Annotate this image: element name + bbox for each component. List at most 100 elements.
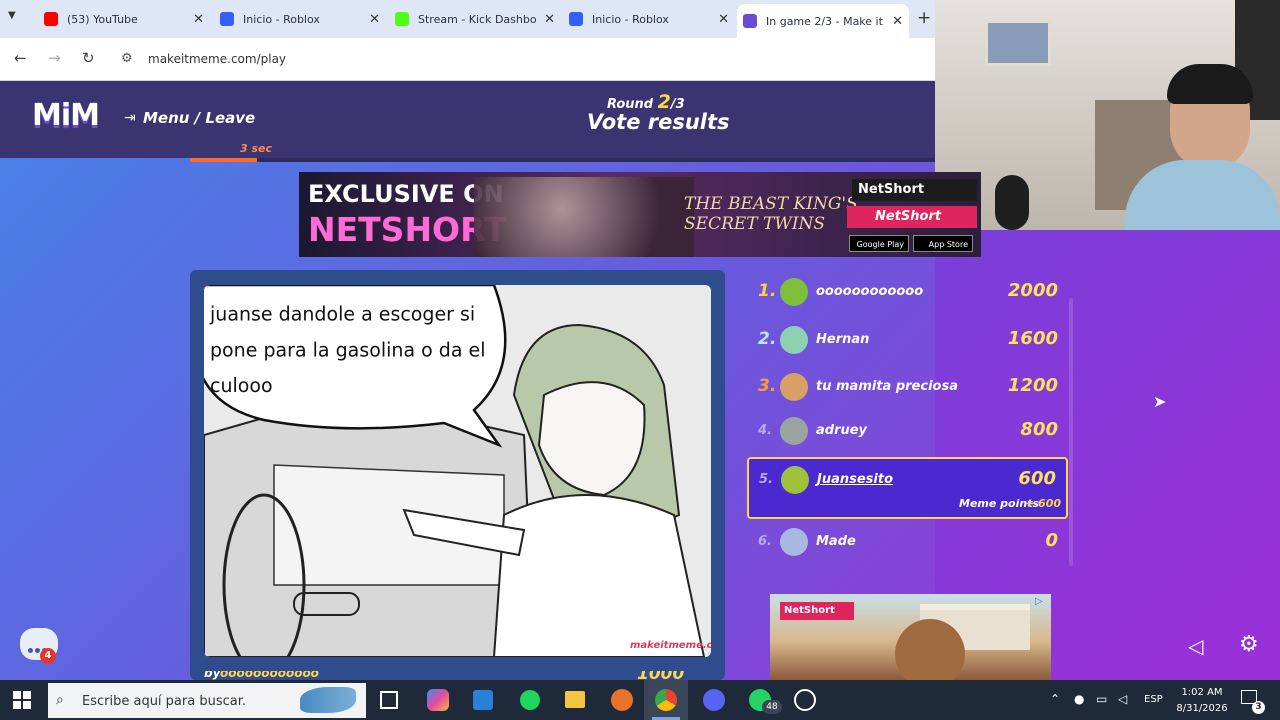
ad-brand-badge: NetShort (847, 206, 977, 228)
task-view-icon[interactable] (380, 691, 398, 709)
app-icon-orange[interactable] (611, 689, 633, 711)
timer-progress-track (190, 158, 935, 162)
ad-artwork (474, 177, 694, 257)
app-store-badge[interactable]: App Store (913, 235, 973, 252)
ad-banner[interactable]: EXCLUSIVE ON NETSHORT THE BEAST KING'S S… (299, 172, 981, 257)
player-score: 2000 (1007, 280, 1058, 301)
makeitmeme-icon (743, 14, 757, 28)
chat-dots (28, 638, 50, 653)
windows-start-icon[interactable] (13, 691, 31, 709)
leaderboard-row-6: 6. Made 0 (748, 521, 1068, 565)
close-tab-icon[interactable]: ✕ (369, 12, 380, 27)
meme-points: 1000 (637, 671, 684, 680)
app-icon-clock[interactable] (794, 689, 816, 711)
forward-icon[interactable]: → (48, 49, 61, 67)
leaderboard-row-1: 1. oooooooooooo 2000 (748, 271, 1068, 315)
webcam-overlay (935, 0, 1280, 230)
menu-leave-button[interactable]: Menu / Leave (143, 109, 255, 127)
roblox-icon (569, 12, 583, 26)
back-icon[interactable]: ← (14, 49, 27, 67)
chrome-icon (655, 689, 677, 711)
spotify-icon[interactable] (520, 690, 540, 710)
ad-small-brand: NetShort (780, 602, 854, 620)
taskbar-search-box[interactable]: ⌕ Escribe aquí para buscar. (48, 683, 366, 718)
leave-icon[interactable]: ⇥ (124, 110, 136, 126)
settings-gear-icon[interactable]: ⚙ (1239, 632, 1259, 657)
file-explorer-icon[interactable] (565, 691, 585, 708)
tab-roblox-1[interactable]: Inicio - Roblox ✕ (214, 6, 386, 32)
clock[interactable]: 1:02 AM 8/31/2026 (1172, 685, 1232, 717)
microsoft-store-icon[interactable] (473, 690, 493, 710)
site-info-icon[interactable]: ⚙ (121, 51, 133, 66)
tab-title: Inicio - Roblox (243, 12, 320, 26)
wall-picture (985, 20, 1051, 66)
leaderboard-scrollbar[interactable] (1069, 298, 1073, 566)
network-icon[interactable]: ▭ (1096, 692, 1107, 706)
reload-icon[interactable]: ↻ (82, 49, 95, 67)
tray-chevron-icon[interactable]: ⌃ (1050, 692, 1060, 706)
avatar (780, 373, 808, 401)
meme-author-prefix: by (204, 671, 221, 680)
rank-number: 6. (758, 534, 772, 549)
tab-title: (53) YouTube (67, 12, 138, 26)
tab-title: Inicio - Roblox (592, 12, 669, 26)
player-name: tu mamita preciosa (816, 379, 958, 394)
meme-image: juanse dandole a escoger si pone para la… (204, 285, 711, 657)
rank-number: 2. (758, 329, 777, 349)
address-bar-area (0, 38, 935, 81)
kick-icon (395, 12, 409, 26)
player-score: 1200 (1007, 375, 1058, 396)
mim-logo[interactable]: MiM (32, 98, 100, 133)
taskbar-chrome-active[interactable] (644, 680, 688, 720)
avatar (780, 326, 808, 354)
ad-choices-icon[interactable]: ▷ (1035, 596, 1043, 607)
whatsapp-badge: 48 (762, 700, 782, 714)
player-name: Made (816, 534, 856, 549)
mouse-cursor-icon: ➤ (1153, 392, 1167, 411)
discord-icon[interactable] (703, 689, 725, 711)
notification-count: 3 (1252, 701, 1265, 714)
copilot-icon[interactable] (427, 689, 449, 711)
meme-footer: by oooooooooooo 1000 (204, 671, 724, 680)
new-tab-icon[interactable]: + (917, 8, 931, 28)
tab-search-chevron-icon[interactable]: ▼ (8, 10, 28, 28)
volume-icon[interactable]: ◁ (1118, 692, 1127, 706)
ad-small[interactable]: NetShort ▷ (770, 594, 1051, 680)
meme-points-value: + 600 (1025, 497, 1062, 510)
speaker-muted-icon[interactable]: ◁ (1188, 634, 1203, 658)
search-placeholder: Escribe aquí para buscar. (82, 694, 246, 709)
youtube-icon (44, 12, 58, 26)
leaderboard-row-4: 4. adruey 800 (748, 410, 1068, 454)
meme-author: oooooooooooo (220, 671, 319, 680)
tab-youtube[interactable]: (53) YouTube ✕ (38, 6, 210, 32)
player-name: adruey (816, 423, 868, 438)
rank-number: 4. (758, 423, 772, 438)
close-tab-icon[interactable]: ✕ (892, 14, 903, 29)
avatar (780, 278, 808, 306)
close-tab-icon[interactable]: ✕ (193, 12, 204, 27)
clock-date: 8/31/2026 (1176, 703, 1228, 714)
search-highlight-shark (300, 687, 356, 713)
avatar (780, 417, 808, 445)
rank-number: 3. (758, 376, 777, 396)
rank-number: 1. (758, 281, 777, 301)
google-play-badge[interactable]: Google Play (849, 235, 909, 252)
tab-makeitmeme[interactable]: In game 2/3 - Make it ✕ (737, 4, 909, 38)
leaderboard-row-2: 2. Hernan 1600 (748, 319, 1068, 363)
browser-tab-bar: ▼ (53) YouTube ✕ Inicio - Roblox ✕ Strea… (0, 0, 935, 38)
player-name: Juansesito (817, 472, 894, 487)
player-score: 800 (1020, 419, 1058, 440)
microphone-tray-icon[interactable]: ● (1074, 692, 1084, 706)
avatar (780, 528, 808, 556)
tab-roblox-2[interactable]: Inicio - Roblox ✕ (563, 6, 735, 32)
close-tab-icon[interactable]: ✕ (544, 12, 555, 27)
tab-kick[interactable]: Stream - Kick Dashbo ✕ (389, 6, 561, 32)
close-tab-icon[interactable]: ✕ (718, 12, 729, 27)
page-title: Vote results (587, 110, 730, 134)
url-field[interactable]: makeitmeme.com/play (148, 52, 286, 66)
player-name: Hernan (816, 332, 870, 347)
microphone (995, 175, 1029, 230)
leaderboard-row-5-current-player: 5. Juansesito 600 Meme points + 600 (747, 457, 1068, 519)
clock-time: 1:02 AM (1181, 687, 1223, 698)
language-indicator[interactable]: ESP (1144, 694, 1163, 705)
